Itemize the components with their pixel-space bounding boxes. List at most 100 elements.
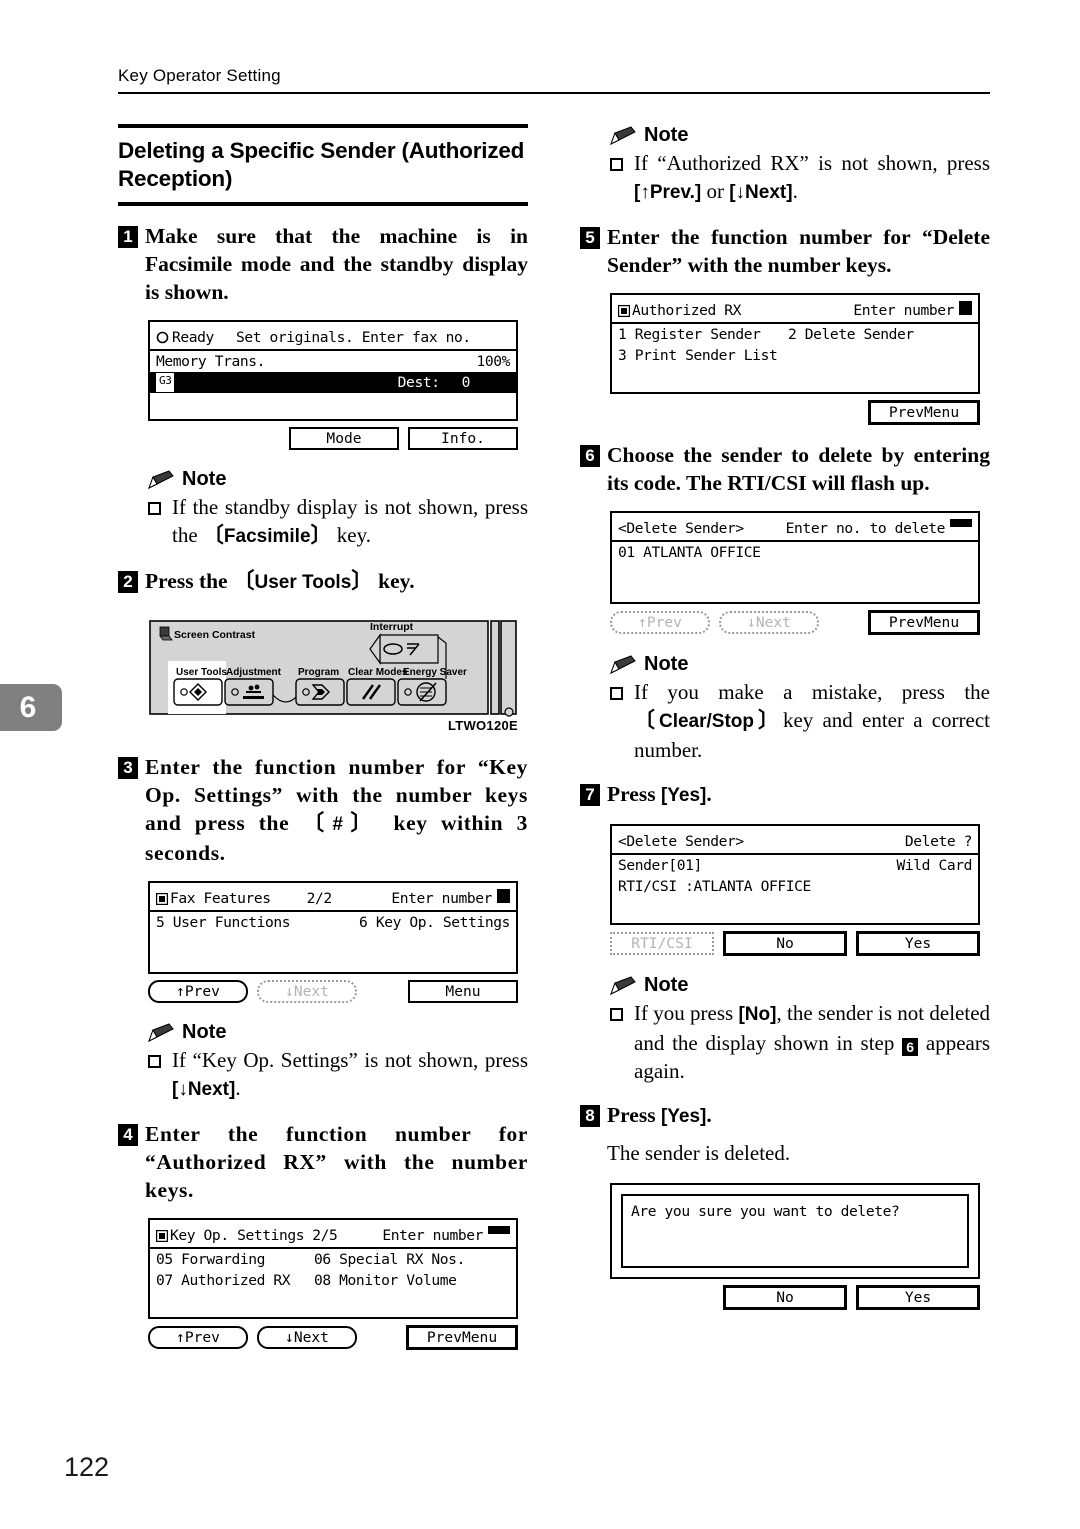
running-head: Key Operator Setting [118,66,281,85]
lcd2-menu-button[interactable]: Menu [408,980,518,1003]
lcd3-item-1-0[interactable]: 07 Authorized RX [156,1271,314,1290]
lcd-delete-sender-confirm: <Delete Sender> Delete ? Sender[01] Wild… [610,824,980,956]
note-2-key: [↓Next] [172,1079,236,1100]
step-6-text: Choose the sender to delete by entering … [607,443,990,495]
note-4-key: Clear/Stop [658,711,754,732]
menu-square-icon [156,893,168,905]
svg-text:Adjustment: Adjustment [226,667,282,678]
note-5-key: [No] [738,1004,777,1025]
lcd4-item-1-0[interactable]: 3 Print Sender List [618,346,788,365]
lcd-standby-display: Ready Set originals. Enter fax no. Memor… [148,320,518,450]
step-5: 5 Enter the function number for “Delete … [580,223,990,279]
lcd5-prev-button: ↑Prev [610,611,710,634]
lcd5-next-button: ↓Next [719,611,819,634]
lcd3-cursor [488,1226,510,1234]
lcd5-items-row: 01 ATLANTA OFFICE [612,542,978,563]
step-8-prefix: Press [607,1103,656,1127]
lcd5-prevmenu-button[interactable]: PrevMenu [868,610,980,635]
svg-text:Energy Saver: Energy Saver [403,667,467,678]
lcd7-no-button[interactable]: No [723,1285,847,1310]
step-3-number: 3 [118,757,138,779]
note-2-item: If “Key Op. Settings” is not shown, pres… [148,1046,528,1104]
step-4-text: Enter the function number for “Authorize… [145,1122,528,1202]
lcd4-item-0-0[interactable]: 1 Register Sender [618,325,788,344]
lcd7-message: Are you sure you want to delete? [631,1203,900,1220]
section-rule-bottom [118,202,528,206]
lcd2-prev-button[interactable]: ↑Prev [148,980,248,1003]
lcd-key-op-settings: Key Op. Settings 2/5 Enter number 05 For… [148,1218,518,1350]
lcd3-prevmenu-button[interactable]: PrevMenu [406,1325,518,1350]
lcd1-status: Ready [172,329,214,346]
chapter-tab: 6 [0,684,62,731]
svg-text:User Tools: User Tools [176,667,227,678]
lcd6-yes-button[interactable]: Yes [856,931,980,956]
lcd2-next-button: ↓Next [257,980,357,1003]
right-column: Note If “Authorized RX” is not shown, pr… [580,124,990,1310]
lcd3-item-1-1[interactable]: 08 Monitor Volume [314,1271,457,1290]
lcd1-mode-row: Memory Trans. 100% [150,351,516,372]
note-3-text: If “Authorized RX” is not shown, press [… [634,149,990,207]
note-2-label: Note [182,1021,227,1043]
lcd2-cursor [497,889,510,903]
lcd4-prevmenu-button[interactable]: PrevMenu [868,400,980,425]
step-2-prefix: Press the [145,569,228,593]
note-5-part1: If you press [634,1001,734,1025]
control-panel-illustration: Screen Contrast Interrupt User Tools Adj… [148,613,518,733]
lcd5-cursor [950,519,972,527]
note-2-part1: If “Key Op. Settings” is not shown, pres… [172,1048,528,1072]
note-bullet-icon [610,158,623,171]
lcd2-item-1[interactable]: 6 Key Op. Settings [359,913,510,932]
lcd3-item-0-1[interactable]: 06 Special RX Nos. [314,1250,465,1269]
lcd4-items-row-1: 3 Print Sender List [612,345,978,366]
note-bullet-icon [148,1055,161,1068]
lcd3-item-0-0[interactable]: 05 Forwarding [156,1250,314,1269]
lcd3-screen: Key Op. Settings 2/5 Enter number 05 For… [148,1218,518,1319]
pencil-icon [610,654,636,674]
lcd6-wildcard: Wild Card [896,857,973,874]
pencil-icon [148,469,174,489]
note-2-text: If “Key Op. Settings” is not shown, pres… [172,1046,528,1104]
lcd-authorized-rx: Authorized RX Enter number 1 Register Se… [610,293,980,425]
step-1: 1 Make sure that the machine is in Facsi… [118,222,528,306]
lcd2-title: Fax Features [170,890,271,907]
step-3: 3 Enter the function number for “Key Op.… [118,753,528,867]
lcd4-title: Authorized RX [632,302,742,319]
lcd7-yes-button[interactable]: Yes [856,1285,980,1310]
lcd4-hint: Enter number [853,302,954,319]
lcd3-items-row-0: 05 Forwarding 06 Special RX Nos. [150,1249,516,1270]
note-1-header: Note [148,468,528,491]
lcd6-title: <Delete Sender> [618,833,744,850]
lcd5-hint: Enter no. to delete [785,520,946,537]
lcd1-mode-button[interactable]: Mode [289,427,399,450]
note-4-part1: If you make a mistake, press the [634,680,990,704]
menu-square-icon [156,1230,168,1242]
step-7-text: Press [Yes]. [607,782,712,806]
lcd1-button-row: Mode Info. [148,427,518,450]
lcd1-percent: 100% [476,353,510,370]
lcd1-info-button[interactable]: Info. [408,427,518,450]
note-5-label: Note [644,974,689,996]
lcd6-title-row: <Delete Sender> Delete ? [612,831,978,855]
lcd4-item-0-1[interactable]: 2 Delete Sender [788,325,914,344]
step-8-number: 8 [580,1105,600,1127]
note-5-step-ref: 6 [902,1038,919,1056]
step-1-number: 1 [118,226,138,248]
lcd6-no-button[interactable]: No [723,931,847,956]
lcd2-hint: Enter number [391,890,492,907]
note-2-part2: . [235,1076,241,1100]
lcd3-next-button[interactable]: ↓Next [257,1326,357,1349]
lcd3-prev-button[interactable]: ↑Prev [148,1326,248,1349]
lcd7-screen: Are you sure you want to delete? [610,1183,980,1279]
lcd2-item-0[interactable]: 5 User Functions [156,913,291,932]
note-4-label: Note [644,653,689,675]
lcd1-screen: Ready Set originals. Enter fax no. Memor… [148,320,518,421]
note-3-part2: . [792,179,798,203]
lcd-are-you-sure: Are you sure you want to delete? No Yes [610,1183,980,1310]
step-3-key: # [332,814,343,835]
note-3-part1: If “Authorized RX” is not shown, press [634,151,990,175]
lcd4-screen: Authorized RX Enter number 1 Register Se… [610,293,980,394]
step-2-text: Press the 〔User Tools〕 key. [145,569,415,593]
svg-text:Interrupt: Interrupt [370,621,414,633]
lcd5-item-0[interactable]: 01 ATLANTA OFFICE [618,543,761,562]
left-column: Deleting a Specific Sender (Authorized R… [118,124,528,1350]
